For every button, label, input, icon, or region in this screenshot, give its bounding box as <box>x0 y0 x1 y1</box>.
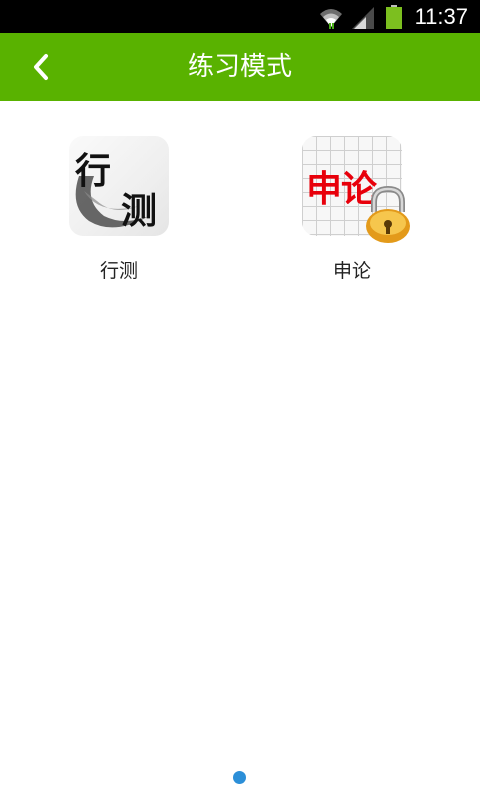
mode-label-shenlun: 申论 <box>332 260 371 282</box>
page-indicator-dot <box>233 771 246 784</box>
wifi-icon <box>318 5 344 33</box>
battery-icon <box>386 5 402 33</box>
title-bar: 练习模式 <box>0 33 480 101</box>
signal-icon <box>352 7 376 33</box>
shenlun-icon: 申论 <box>302 136 410 243</box>
status-bar: 11:37 <box>0 0 480 33</box>
status-time: 11:37 <box>414 4 468 29</box>
page-title: 练习模式 <box>187 52 292 82</box>
xingce-icon-char-1: 行 <box>75 151 112 192</box>
mode-label-xingce: 行测 <box>99 260 138 282</box>
xingce-icon-char-2: 测 <box>121 191 158 232</box>
mode-item-shenlun[interactable]: 申论 申论 <box>272 101 432 283</box>
lock-icon <box>364 185 412 248</box>
xingce-icon: 行 测 <box>69 136 169 236</box>
mode-item-xingce[interactable]: 行 测 行测 <box>39 101 199 283</box>
